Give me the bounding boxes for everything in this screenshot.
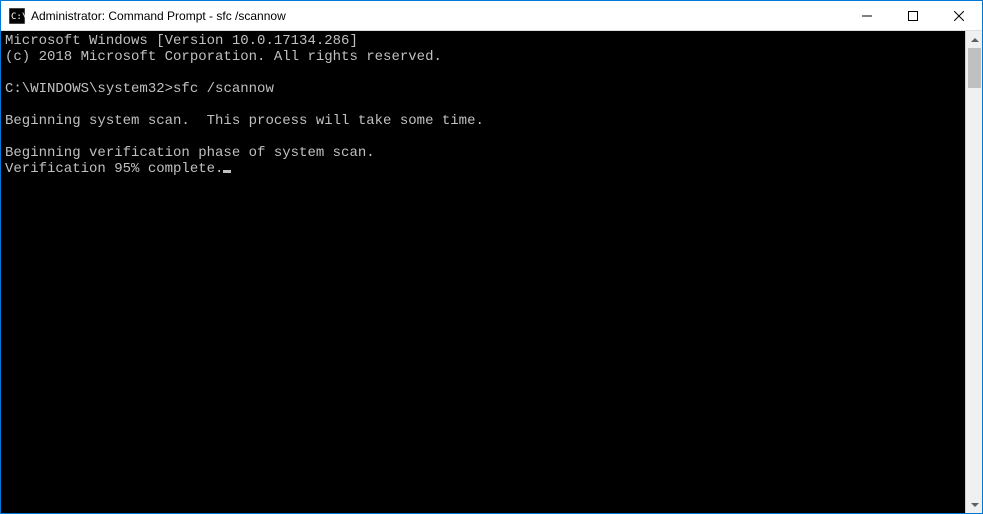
console-line: Microsoft Windows [Version 10.0.17134.28… xyxy=(5,33,358,49)
console-line: Beginning system scan. This process will… xyxy=(5,113,484,129)
cmd-icon: C:\ xyxy=(9,8,25,24)
window-controls xyxy=(844,1,982,30)
console-line: Beginning verification phase of system s… xyxy=(5,145,375,161)
console-prompt: C:\WINDOWS\system32> xyxy=(5,81,173,97)
scroll-thumb[interactable] xyxy=(968,48,981,88)
vertical-scrollbar[interactable] xyxy=(965,31,982,513)
titlebar: C:\ Administrator: Command Prompt - sfc … xyxy=(1,1,982,31)
scroll-up-button[interactable] xyxy=(966,31,983,48)
minimize-button[interactable] xyxy=(844,1,890,31)
console-command: sfc /scannow xyxy=(173,81,274,97)
console-output[interactable]: Microsoft Windows [Version 10.0.17134.28… xyxy=(1,31,965,513)
window-title: Administrator: Command Prompt - sfc /sca… xyxy=(31,9,844,23)
console-area: Microsoft Windows [Version 10.0.17134.28… xyxy=(1,31,982,513)
svg-text:C:\: C:\ xyxy=(11,12,25,22)
close-button[interactable] xyxy=(936,1,982,31)
console-line: (c) 2018 Microsoft Corporation. All righ… xyxy=(5,49,442,65)
maximize-button[interactable] xyxy=(890,1,936,31)
scroll-down-button[interactable] xyxy=(966,496,983,513)
cursor-icon xyxy=(223,170,231,173)
console-line: Verification 95% complete. xyxy=(5,161,223,177)
